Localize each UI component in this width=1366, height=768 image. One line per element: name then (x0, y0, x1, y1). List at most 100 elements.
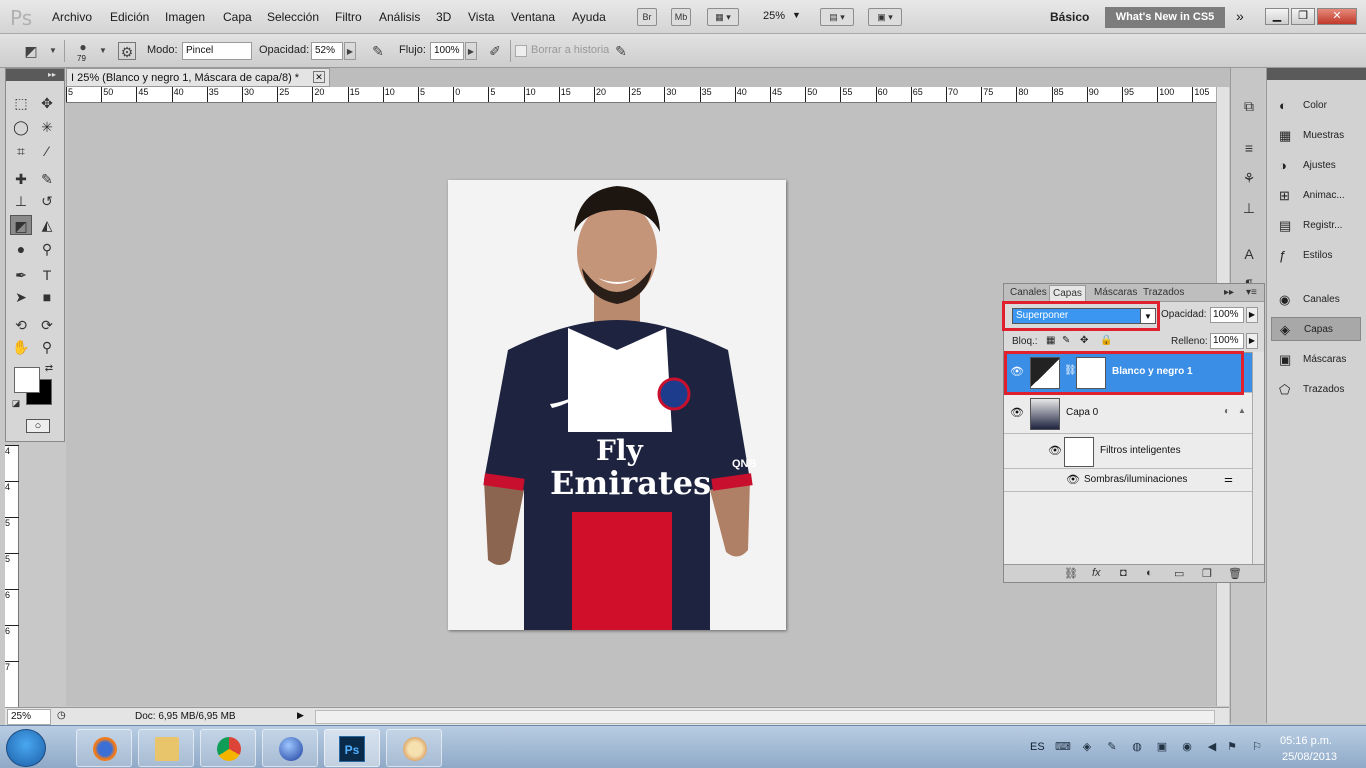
zoom-chevron-icon[interactable]: ▼ (792, 10, 801, 20)
swap-colors-icon[interactable]: ⇄ (42, 359, 56, 379)
panel-collapse-icon[interactable]: ▸▸ (1224, 287, 1234, 298)
layer-name[interactable]: Sombras/iluminaciones (1084, 474, 1187, 485)
menu-ventana[interactable]: Ventana (511, 10, 555, 24)
close-button[interactable]: ✕ (1317, 8, 1357, 25)
tab-paths[interactable]: Trazados (1143, 287, 1184, 298)
menu-seleccion[interactable]: Selección (267, 10, 319, 24)
fill-arrow[interactable]: ▶ (1246, 333, 1258, 349)
brush-chevron-icon[interactable]: ▼ (94, 42, 112, 60)
screen-mode-button[interactable]: ▣ ▾ (868, 8, 902, 26)
menu-analisis[interactable]: Análisis (379, 10, 420, 24)
smart-object-thumbnail[interactable] (1030, 398, 1060, 430)
opacity-slider-arrow[interactable]: ▶ (344, 42, 356, 60)
pen-tool-icon[interactable]: ✒ (10, 265, 32, 285)
dodge-tool-icon[interactable]: ⚲ (36, 239, 58, 259)
quick-mask-icon[interactable]: ○ (26, 419, 50, 433)
clock-time[interactable]: 05:16 p.m. (1280, 735, 1332, 747)
lock-pixels-icon[interactable]: ✎ (1062, 335, 1070, 346)
fill-input[interactable]: 100% (1210, 333, 1244, 349)
layers-scrollbar[interactable] (1252, 352, 1264, 564)
layer-name[interactable]: Blanco y negro 1 (1112, 366, 1193, 377)
lock-position-icon[interactable]: ✥ (1080, 335, 1088, 346)
dock-swatches[interactable]: ▦ Muestras (1271, 124, 1361, 148)
workspace-basico[interactable]: Básico (1050, 10, 1089, 24)
flag-tray-icon[interactable]: ⚐ (1250, 740, 1264, 754)
horizontal-ruler[interactable]: 5 50 45 40 35 30 25 20 15 10 5 0 5 10 15 20 25 30 35 40 45 50… (66, 87, 1216, 103)
keyboard-tray-icon[interactable]: ⌨ (1055, 740, 1071, 754)
character-panel-icon[interactable]: A (1239, 244, 1259, 264)
clock-date[interactable]: 25/08/2013 (1282, 751, 1337, 763)
visibility-eye-icon[interactable]: 👁 (1010, 406, 1024, 419)
document-image[interactable]: Fly Emirates QNB (448, 180, 786, 630)
app-tray-icon[interactable]: ◈ (1080, 740, 1094, 754)
view-extras-button[interactable]: ▦ ▾ (707, 8, 739, 26)
flow-slider-arrow[interactable]: ▶ (465, 42, 477, 60)
menu-filtro[interactable]: Filtro (335, 10, 362, 24)
chrome-task-button[interactable] (200, 729, 256, 767)
eraser-tool-icon[interactable]: ◩ (10, 215, 32, 235)
add-mask-icon[interactable]: ◘ (1120, 567, 1127, 579)
adjustment-layer-icon[interactable]: ◐ (1146, 567, 1153, 579)
dock-styles[interactable]: ƒ Estilos (1271, 244, 1361, 268)
erase-history-checkbox[interactable] (515, 45, 527, 57)
status-info-icon[interactable]: ◷ (57, 710, 66, 721)
layer-row-capa-0[interactable]: 👁 Capa 0 ◐ ▲ (1004, 394, 1252, 434)
clone-stamp-icon[interactable]: ⊥ (10, 191, 32, 211)
menu-capa[interactable]: Capa (223, 10, 252, 24)
tablet-opacity-icon[interactable]: ✎ (369, 42, 387, 60)
tab-layers[interactable]: Capas (1049, 285, 1086, 301)
layer-name[interactable]: Filtros inteligentes (1100, 445, 1181, 456)
lock-transparent-icon[interactable]: ▦ (1046, 335, 1055, 346)
more-workspaces-icon[interactable]: » (1236, 8, 1244, 24)
explorer-task-button[interactable] (138, 729, 194, 767)
mask-link-icon[interactable]: ⛓ (1064, 365, 1077, 376)
foreground-color-swatch[interactable] (14, 367, 40, 393)
horizontal-scrollbar[interactable] (315, 710, 1215, 724)
blend-mode-select[interactable]: Superponer (1012, 308, 1156, 324)
minibridge-button[interactable]: Mb (671, 8, 691, 26)
menu-archivo[interactable]: Archivo (52, 10, 92, 24)
move-tool-icon[interactable]: ✥ (36, 93, 58, 113)
panel-menu-icon[interactable]: ▾≡ (1246, 287, 1257, 298)
dock-log[interactable]: ▤ Registr... (1271, 214, 1361, 238)
menu-3d[interactable]: 3D (436, 10, 451, 24)
menu-imagen[interactable]: Imagen (165, 10, 205, 24)
update-tray-icon[interactable]: ◍ (1130, 740, 1144, 754)
history-panel-icon[interactable]: ⧉ (1239, 96, 1259, 116)
layer-row-blanco-y-negro[interactable]: 👁 ⛓ Blanco y negro 1 (1004, 353, 1252, 393)
history-brush-icon[interactable]: ↺ (36, 191, 58, 211)
layer-row-smart-filters[interactable]: 👁 Filtros inteligentes (1004, 435, 1252, 469)
tools-collapse-handle[interactable]: ▸▸ (6, 69, 64, 81)
software-tray-icon[interactable]: ▣ (1155, 740, 1169, 754)
dock-color[interactable]: ◐ Color (1271, 94, 1361, 118)
filter-mask-thumbnail[interactable] (1064, 437, 1094, 467)
dock-animation[interactable]: ⊞ Animac... (1271, 184, 1361, 208)
expand-effects-icon[interactable]: ▲ (1238, 406, 1246, 415)
blur-tool-icon[interactable]: ● (10, 239, 32, 259)
dock-channels[interactable]: ◉ Canales (1271, 288, 1361, 312)
brush-presets-icon[interactable]: ≡ (1239, 138, 1259, 158)
layer-style-icon[interactable]: fx (1092, 567, 1101, 579)
brush-panel-icon[interactable]: ⚙ (118, 42, 136, 60)
dock-adjustments[interactable]: ◑ Ajustes (1271, 154, 1361, 178)
layer-name[interactable]: Capa 0 (1066, 407, 1098, 418)
eyedropper-icon[interactable]: ⁄ (36, 141, 58, 161)
menu-ayuda[interactable]: Ayuda (572, 10, 606, 24)
preset-chevron-icon[interactable]: ▼ (44, 42, 62, 60)
smart-filter-indicator-icon[interactable]: ◐ (1224, 406, 1230, 417)
dock-paths[interactable]: ⬠ Trazados (1271, 378, 1361, 402)
layer-opacity-arrow[interactable]: ▶ (1246, 307, 1258, 323)
visibility-eye-icon[interactable]: 👁 (1066, 473, 1080, 486)
shape-tool-icon[interactable]: ■ (36, 287, 58, 307)
document-size-info[interactable]: Doc: 6,95 MB/6,95 MB (135, 711, 236, 722)
blend-mode-chevron-icon[interactable]: ▼ (1140, 308, 1156, 324)
language-indicator[interactable]: ES (1030, 741, 1045, 753)
pen-tray-icon[interactable]: ✎ (1105, 740, 1119, 754)
start-button[interactable] (6, 729, 46, 767)
flow-input[interactable]: 100% (430, 42, 464, 60)
path-selection-icon[interactable]: ➤ (10, 287, 32, 307)
zoom-level-select[interactable]: 25% (763, 10, 785, 22)
firefox-task-button[interactable] (76, 729, 132, 767)
arrange-documents-button[interactable]: ▤ ▾ (820, 8, 854, 26)
photoshop-task-button[interactable]: Ps (324, 729, 380, 767)
